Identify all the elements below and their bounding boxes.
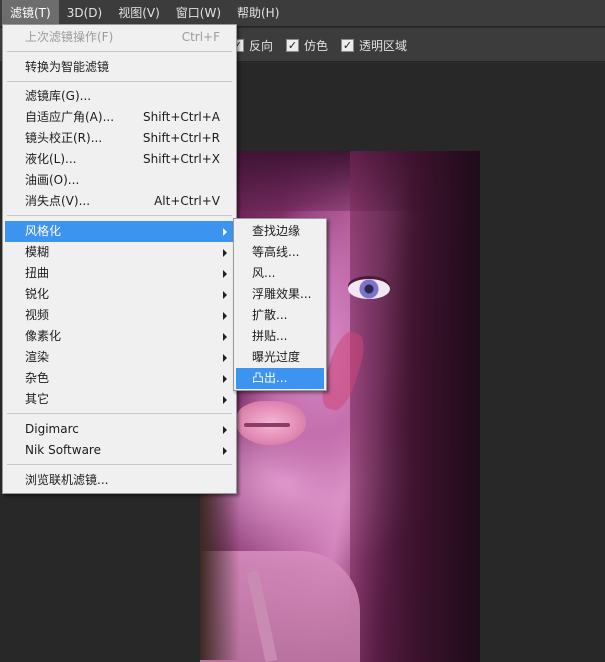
submenu-arrow-icon [223,447,227,455]
menu-item-adaptive-wide-angle[interactable]: 自适应广角(A)... Shift+Ctrl+A [5,107,234,128]
menu-item-filter-gallery[interactable]: 滤镜库(G)... [5,86,234,107]
menu-item-render[interactable]: 渲染 [5,347,234,368]
menu-item-blur[interactable]: 模糊 [5,242,234,263]
shortcut-liquify: Shift+Ctrl+X [143,152,220,166]
submenu-arrow-icon [223,354,227,362]
submenu-arrow-icon [223,396,227,404]
submenu-item-emboss[interactable]: 浮雕效果... [236,284,324,305]
submenu-item-solarize[interactable]: 曝光过度 [236,347,324,368]
stylize-submenu: 查找边缘 等高线... 风... 浮雕效果... 扩散... 拼贴... 曝光过… [233,218,327,391]
shortcut-vanishing-point: Alt+Ctrl+V [154,194,220,208]
menu-item-last-filter[interactable]: 上次滤镜操作(F) Ctrl+F [5,27,234,48]
menu-separator [7,215,232,216]
submenu-arrow-icon [223,249,227,257]
menu-separator [7,413,232,414]
submenu-item-tiles[interactable]: 拼贴... [236,326,324,347]
menu-item-oil-paint[interactable]: 油画(O)... [5,170,234,191]
submenu-item-find-edges[interactable]: 查找边缘 [236,221,324,242]
menu-item-video[interactable]: 视频 [5,305,234,326]
photo-lips-gap [244,423,290,427]
menu-item-other[interactable]: 其它 [5,389,234,410]
transparency-checkbox[interactable]: ✓ 透明区域 [341,37,407,54]
submenu-arrow-icon [223,228,227,236]
menu-item-distort[interactable]: 扭曲 [5,263,234,284]
menu-separator [7,464,232,465]
menu-bar: 滤镜(T) 3D(D) 视图(V) 窗口(W) 帮助(H) [0,0,605,27]
submenu-arrow-icon [223,333,227,341]
reverse-label: 反向 [249,39,274,53]
submenu-item-wind[interactable]: 风... [236,263,324,284]
menu-separator [7,81,232,82]
reverse-checkbox[interactable]: ✓ 反向 [231,37,273,54]
submenu-arrow-icon [223,270,227,278]
checkbox-transparency[interactable]: ✓ [341,39,354,52]
menu-item-browse-online-filters[interactable]: 浏览联机滤镜... [5,470,234,491]
submenu-item-extrude[interactable]: 凸出... [236,368,324,389]
submenu-item-trace-contour[interactable]: 等高线... [236,242,324,263]
photo-hair-right [350,151,480,662]
shortcut-last-filter: Ctrl+F [181,30,220,44]
submenu-arrow-icon [223,426,227,434]
menu-3d[interactable]: 3D(D) [59,0,110,27]
dither-label: 仿色 [304,39,329,53]
menu-item-sharpen[interactable]: 锐化 [5,284,234,305]
menu-item-nik-software[interactable]: Nik Software [5,440,234,461]
menu-item-stylize[interactable]: 风格化 [5,221,234,242]
menu-item-lens-correction[interactable]: 镜头校正(R)... Shift+Ctrl+R [5,128,234,149]
checkbox-dither[interactable]: ✓ [286,39,299,52]
photo-eye [348,279,390,299]
menu-item-liquify[interactable]: 液化(L)... Shift+Ctrl+X [5,149,234,170]
menu-item-noise[interactable]: 杂色 [5,368,234,389]
submenu-arrow-icon [223,375,227,383]
menu-filter[interactable]: 滤镜(T) [2,0,59,27]
menu-view[interactable]: 视图(V) [110,0,168,27]
menu-item-vanishing-point[interactable]: 消失点(V)... Alt+Ctrl+V [5,191,234,212]
menu-item-pixelate[interactable]: 像素化 [5,326,234,347]
menu-separator [7,51,232,52]
menu-item-convert-smart-filter[interactable]: 转换为智能滤镜 [5,57,234,78]
submenu-item-diffuse[interactable]: 扩散... [236,305,324,326]
filter-dropdown-menu: 上次滤镜操作(F) Ctrl+F 转换为智能滤镜 滤镜库(G)... 自适应广角… [2,24,237,494]
shortcut-adaptive-wide-angle: Shift+Ctrl+A [143,110,220,124]
shortcut-lens-correction: Shift+Ctrl+R [142,131,220,145]
dither-checkbox[interactable]: ✓ 仿色 [286,37,328,54]
menu-item-digimarc[interactable]: Digimarc [5,419,234,440]
menu-window[interactable]: 窗口(W) [168,0,229,27]
menu-help[interactable]: 帮助(H) [229,0,287,27]
submenu-arrow-icon [223,291,227,299]
transparency-label: 透明区域 [359,39,408,53]
submenu-arrow-icon [223,312,227,320]
